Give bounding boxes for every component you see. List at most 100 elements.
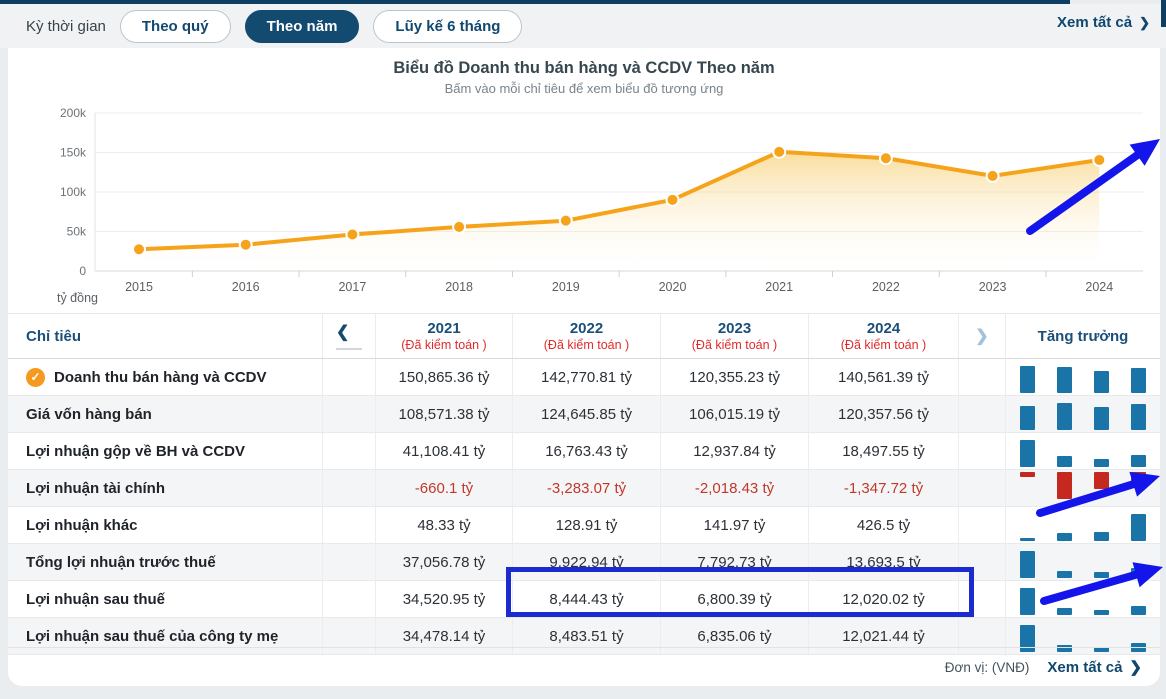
growth-bar-positive xyxy=(1131,606,1146,615)
svg-text:2021: 2021 xyxy=(765,280,793,294)
value-2023: 12,937.84 tỷ xyxy=(660,433,808,469)
growth-bar-positive xyxy=(1020,406,1035,430)
value-2022: 9,922.94 tỷ xyxy=(512,544,660,580)
growth-bar-positive xyxy=(1131,404,1146,430)
scroll-years-left-button[interactable]: ❮ xyxy=(336,322,362,350)
growth-bar-negative xyxy=(1094,472,1109,489)
table-row[interactable]: ✓Doanh thu bán hàng và CCDV 150,865.36 t… xyxy=(8,359,1160,396)
view-all-top-label: Xem tất cả xyxy=(1057,14,1132,31)
growth-bar-negative xyxy=(1020,472,1035,477)
view-all-link-top[interactable]: Xem tất cả ❯ xyxy=(1057,14,1150,31)
table-body: ✓Doanh thu bán hàng và CCDV 150,865.36 t… xyxy=(8,359,1160,655)
growth-bar-positive xyxy=(1057,456,1072,467)
growth-bar-positive xyxy=(1057,533,1072,541)
row-nav-spacer xyxy=(958,544,1005,580)
value-2022: 128.91 tỷ xyxy=(512,507,660,543)
growth-bar-positive xyxy=(1020,366,1035,393)
table-row[interactable]: ✓Lợi nhuận sau thuế 34,520.95 tỷ 8,444.4… xyxy=(8,581,1160,618)
svg-text:50k: 50k xyxy=(67,225,87,239)
svg-text:2022: 2022 xyxy=(872,280,900,294)
growth-bar-positive xyxy=(1057,403,1072,430)
growth-bar-positive xyxy=(1057,571,1072,578)
table-row[interactable]: ✓Lợi nhuận khác 48.33 tỷ 128.91 tỷ 141.9… xyxy=(8,507,1160,544)
value-2023: 6,800.39 tỷ xyxy=(660,581,808,617)
row-label: Lợi nhuận gộp về BH và CCDV xyxy=(26,443,245,460)
growth-bar-positive xyxy=(1131,368,1146,393)
growth-sparkline xyxy=(1005,505,1160,545)
value-2021: 108,571.38 tỷ xyxy=(375,396,512,432)
column-header-2022[interactable]: 2022 (Đã kiểm toán ) xyxy=(512,314,660,358)
row-nav-spacer xyxy=(958,581,1005,617)
value-2022: 8,444.43 tỷ xyxy=(512,581,660,617)
row-nav-spacer xyxy=(322,433,375,469)
growth-bar-positive xyxy=(1020,538,1035,541)
row-nav-spacer xyxy=(322,544,375,580)
check-icon: ✓ xyxy=(26,368,45,387)
growth-bar-positive xyxy=(1057,367,1072,393)
growth-bar-positive xyxy=(1020,551,1035,578)
scroll-years-right-button[interactable]: ❯ xyxy=(975,326,988,346)
column-header-tang-truong: Tăng trưởng xyxy=(1038,328,1129,345)
value-2024: 12,020.02 tỷ xyxy=(808,581,958,617)
growth-bar-positive xyxy=(1094,459,1109,467)
growth-bar-positive xyxy=(1020,440,1035,467)
table-row[interactable]: ✓Tổng lợi nhuận trước thuế 37,056.78 tỷ … xyxy=(8,544,1160,581)
row-nav-spacer xyxy=(322,507,375,543)
column-header-2021[interactable]: 2021 (Đã kiểm toán ) xyxy=(375,314,512,358)
value-2023: 120,355.23 tỷ xyxy=(660,359,808,395)
view-all-bottom-label: Xem tất cả xyxy=(1047,659,1122,676)
growth-bar-positive xyxy=(1131,514,1146,541)
table-row[interactable]: ✓Lợi nhuận tài chính -660.1 tỷ -3,283.07… xyxy=(8,470,1160,507)
value-2021: 34,520.95 tỷ xyxy=(375,581,512,617)
row-label: Lợi nhuận khác xyxy=(26,517,138,534)
svg-text:2018: 2018 xyxy=(445,280,473,294)
growth-bar-positive xyxy=(1094,407,1109,430)
audited-note: (Đã kiểm toán ) xyxy=(544,338,629,353)
row-label: Giá vốn hàng bán xyxy=(26,406,152,423)
value-2021: -660.1 tỷ xyxy=(375,470,512,506)
growth-bar-positive xyxy=(1057,608,1072,615)
value-2023: -2,018.43 tỷ xyxy=(660,470,808,506)
svg-text:200k: 200k xyxy=(60,106,87,120)
growth-bar-positive xyxy=(1131,568,1146,578)
row-label: Tổng lợi nhuận trước thuế xyxy=(26,554,216,571)
row-nav-spacer xyxy=(322,581,375,617)
growth-bar-negative xyxy=(1057,472,1072,499)
svg-text:150k: 150k xyxy=(60,146,87,160)
svg-text:2015: 2015 xyxy=(125,280,153,294)
svg-text:2019: 2019 xyxy=(552,280,580,294)
growth-bar-positive xyxy=(1094,371,1109,393)
value-2024: -1,347.72 tỷ xyxy=(808,470,958,506)
view-all-link-bottom[interactable]: Xem tất cả ❯ xyxy=(1047,658,1142,676)
row-nav-spacer xyxy=(322,470,375,506)
value-2024: 120,357.56 tỷ xyxy=(808,396,958,432)
svg-text:2024: 2024 xyxy=(1085,280,1113,294)
svg-text:0: 0 xyxy=(79,264,86,278)
value-2023: 7,792.73 tỷ xyxy=(660,544,808,580)
tab-luy-ke-6-thang[interactable]: Lũy kế 6 tháng xyxy=(373,10,522,43)
growth-sparkline xyxy=(1005,394,1160,434)
value-2021: 41,108.41 tỷ xyxy=(375,433,512,469)
row-nav-spacer xyxy=(958,470,1005,506)
card-footer: Đơn vị: (VNĐ) Xem tất cả ❯ xyxy=(8,647,1160,686)
audited-note: (Đã kiểm toán ) xyxy=(401,338,486,353)
financial-table: Chỉ tiêu ❮ 2021 (Đã kiểm toán ) 2022 (Đã… xyxy=(8,313,1160,655)
tab-theo-nam[interactable]: Theo năm xyxy=(245,10,360,43)
row-label: Lợi nhuận sau thuế của công ty mẹ xyxy=(26,628,278,645)
period-filter-bar: Kỳ thời gian Theo quý Theo năm Lũy kế 6 … xyxy=(0,4,1166,48)
column-header-2023[interactable]: 2023 (Đã kiểm toán ) xyxy=(660,314,808,358)
table-row[interactable]: ✓Giá vốn hàng bán 108,571.38 tỷ 124,645.… xyxy=(8,396,1160,433)
value-2022: 16,763.43 tỷ xyxy=(512,433,660,469)
chevron-right-icon: ❯ xyxy=(1139,15,1150,31)
row-nav-spacer xyxy=(958,433,1005,469)
row-label: Lợi nhuận tài chính xyxy=(26,480,165,497)
table-header-row: Chỉ tiêu ❮ 2021 (Đã kiểm toán ) 2022 (Đã… xyxy=(8,313,1160,359)
unit-label: Đơn vị: (VNĐ) xyxy=(945,660,1030,675)
value-2024: 140,561.39 tỷ xyxy=(808,359,958,395)
table-row[interactable]: ✓Lợi nhuận gộp về BH và CCDV 41,108.41 t… xyxy=(8,433,1160,470)
nav-underline xyxy=(336,348,362,350)
tab-theo-quy[interactable]: Theo quý xyxy=(120,10,231,43)
svg-text:2023: 2023 xyxy=(979,280,1007,294)
row-nav-spacer xyxy=(322,359,375,395)
column-header-2024[interactable]: 2024 (Đã kiểm toán ) xyxy=(808,314,958,358)
